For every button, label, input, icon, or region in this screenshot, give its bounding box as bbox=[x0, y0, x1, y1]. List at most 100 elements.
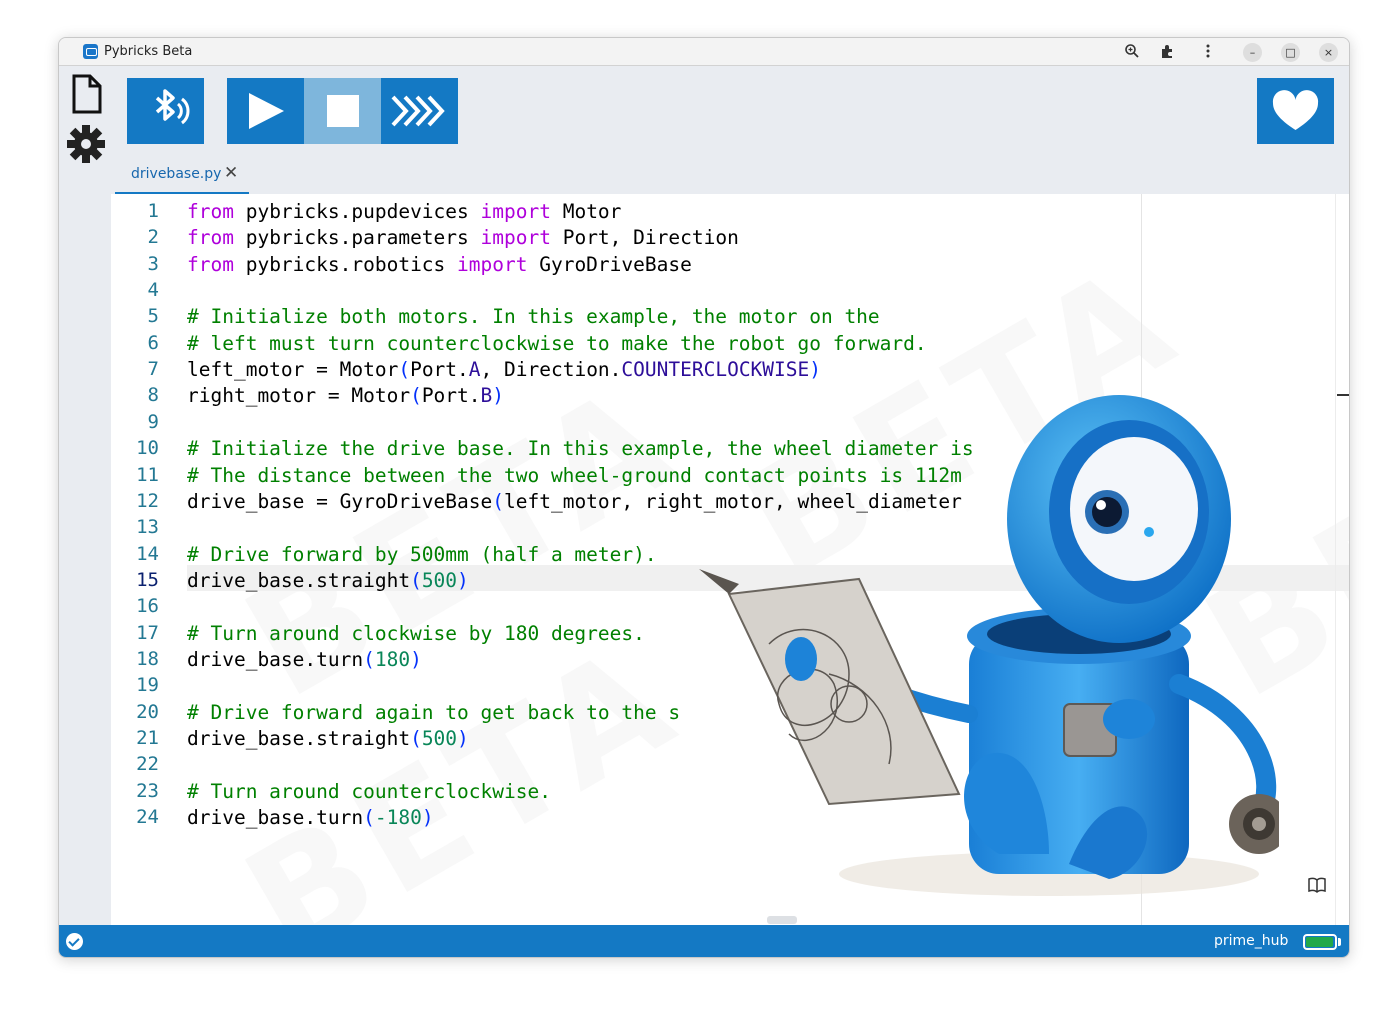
line-number: 2 bbox=[147, 226, 159, 249]
maximize-button[interactable]: □ bbox=[1281, 43, 1300, 62]
code-token: 500 bbox=[421, 727, 458, 750]
code-token: ( bbox=[492, 489, 504, 513]
code-token: drive_base = GyroDriveBase bbox=[187, 489, 493, 513]
battery-icon[interactable] bbox=[1303, 934, 1337, 950]
status-bar: prime_hub bbox=[59, 925, 1349, 957]
code-token: 180 bbox=[374, 647, 411, 671]
code-line: # Drive forward again to get back to the… bbox=[187, 701, 680, 724]
code-token: # Drive forward by 500mm (half a meter). bbox=[187, 542, 657, 566]
file-icon[interactable] bbox=[66, 72, 106, 116]
code-token: ) bbox=[457, 568, 469, 592]
code-token: ( bbox=[363, 806, 375, 830]
line-number: 5 bbox=[147, 305, 159, 328]
minimize-button[interactable]: – bbox=[1243, 43, 1262, 62]
zoom-icon[interactable] bbox=[1123, 43, 1141, 61]
code-token: ) bbox=[457, 727, 469, 750]
minimap-border bbox=[1335, 194, 1336, 925]
line-number: 22 bbox=[136, 753, 159, 776]
window-title: Pybricks Beta bbox=[104, 44, 193, 59]
app-logo-icon bbox=[83, 44, 98, 59]
title-bar: Pybricks Beta – □ × bbox=[59, 38, 1349, 66]
code-token: drive_base.straight bbox=[187, 727, 411, 750]
app-window: Pybricks Beta – □ × drivebase.py ✕ 1 2 3… bbox=[58, 37, 1350, 958]
code-line: from pybricks.robotics import GyroDriveB… bbox=[187, 253, 692, 276]
code-line: from pybricks.pupdevices import Motor bbox=[187, 200, 621, 223]
run-button[interactable] bbox=[227, 78, 304, 144]
line-number: 7 bbox=[147, 358, 159, 381]
code-token: # Turn around counterclockwise. bbox=[187, 779, 551, 803]
code-line: # Drive forward by 500mm (half a meter). bbox=[187, 543, 657, 566]
tab-drivebase[interactable]: drivebase.py ✕ bbox=[115, 156, 249, 194]
line-number: 1 bbox=[147, 200, 159, 222]
documentation-icon[interactable] bbox=[1307, 876, 1327, 898]
line-number: 6 bbox=[147, 331, 159, 354]
code-token: import bbox=[480, 226, 551, 250]
line-number: 24 bbox=[136, 806, 159, 829]
code-token: pybricks.pupdevices bbox=[233, 200, 481, 223]
battery-level bbox=[1306, 937, 1333, 947]
code-line: left_motor = Motor(Port.A, Direction.COU… bbox=[187, 358, 821, 381]
line-number: 23 bbox=[136, 779, 159, 802]
repl-button[interactable] bbox=[381, 78, 458, 144]
code-token: left_motor = Motor bbox=[187, 358, 399, 382]
code-token: pybricks.robotics bbox=[233, 252, 458, 276]
more-icon[interactable] bbox=[1199, 43, 1217, 61]
code-token: from bbox=[187, 252, 234, 276]
line-number-gutter: 1 2 3 4 5 6 7 8 9 10 11 12 13 14 15 16 17 18 19 20 21 22 23 24 bbox=[111, 194, 169, 925]
code-token: from bbox=[187, 200, 234, 223]
close-tab-icon[interactable]: ✕ bbox=[224, 163, 238, 183]
code-token: from bbox=[187, 226, 234, 250]
code-token: drive_base.turn bbox=[187, 806, 364, 830]
code-line: right_motor = Motor(Port.B) bbox=[187, 384, 504, 407]
terminal-resize-handle[interactable] bbox=[767, 916, 797, 924]
stop-icon bbox=[327, 95, 359, 127]
code-token: Motor bbox=[550, 200, 622, 223]
sponsor-button[interactable] bbox=[1257, 78, 1334, 144]
stop-button[interactable] bbox=[304, 78, 381, 144]
code-token: right_motor = Motor bbox=[187, 384, 411, 408]
code-line: # Turn around counterclockwise. bbox=[187, 780, 551, 803]
line-number: 4 bbox=[147, 279, 159, 302]
code-token: ) bbox=[492, 384, 505, 408]
code-token: ( bbox=[410, 384, 422, 408]
extensions-icon[interactable] bbox=[1159, 43, 1177, 61]
code-token: COUNTERCLOCKWISE bbox=[621, 358, 810, 382]
line-number: 9 bbox=[147, 410, 159, 433]
bluetooth-icon bbox=[155, 89, 190, 125]
code-token: 500 bbox=[421, 568, 458, 592]
bluetooth-button[interactable] bbox=[127, 78, 204, 144]
line-number: 16 bbox=[136, 595, 159, 618]
code-line: drive_base.straight(500) bbox=[187, 727, 469, 750]
code-token: # Drive forward again to get back to the… bbox=[187, 700, 681, 724]
code-token: ) bbox=[410, 647, 422, 671]
code-token: Port. bbox=[421, 384, 481, 408]
tab-label: drivebase.py bbox=[131, 166, 222, 182]
code-line: # Turn around clockwise by 180 degrees. bbox=[187, 622, 645, 645]
line-number: 3 bbox=[147, 252, 159, 275]
code-token: ( bbox=[410, 727, 422, 750]
scrollbar-marker[interactable] bbox=[1337, 394, 1349, 396]
robot-mascot-image bbox=[699, 395, 1279, 896]
code-token: pybricks.parameters bbox=[233, 226, 481, 250]
code-token: Port. bbox=[410, 358, 469, 382]
line-number: 11 bbox=[136, 463, 159, 486]
code-token: ) bbox=[809, 358, 822, 382]
line-number: 15 bbox=[136, 568, 159, 591]
hub-name[interactable]: prime_hub bbox=[1214, 933, 1288, 949]
line-number: 21 bbox=[136, 727, 159, 749]
line-number: 19 bbox=[136, 674, 159, 697]
code-line: from pybricks.parameters import Port, Di… bbox=[187, 226, 739, 249]
run-icon bbox=[249, 93, 284, 129]
gear-icon[interactable] bbox=[66, 122, 106, 166]
code-token: ( bbox=[398, 358, 411, 382]
line-number: 13 bbox=[136, 516, 159, 539]
line-number: 8 bbox=[147, 384, 159, 407]
line-number: 14 bbox=[136, 542, 159, 565]
code-token: GyroDriveBase bbox=[527, 252, 692, 276]
battery-tip bbox=[1338, 938, 1341, 946]
close-window-button[interactable]: × bbox=[1319, 43, 1338, 62]
code-token: drive_base.straight bbox=[187, 568, 411, 592]
code-editor[interactable]: BETA BETA BETA BETA 12345678910111213141… bbox=[111, 194, 1349, 925]
check-circle-icon[interactable] bbox=[66, 933, 83, 950]
code-token: ) bbox=[421, 806, 434, 830]
